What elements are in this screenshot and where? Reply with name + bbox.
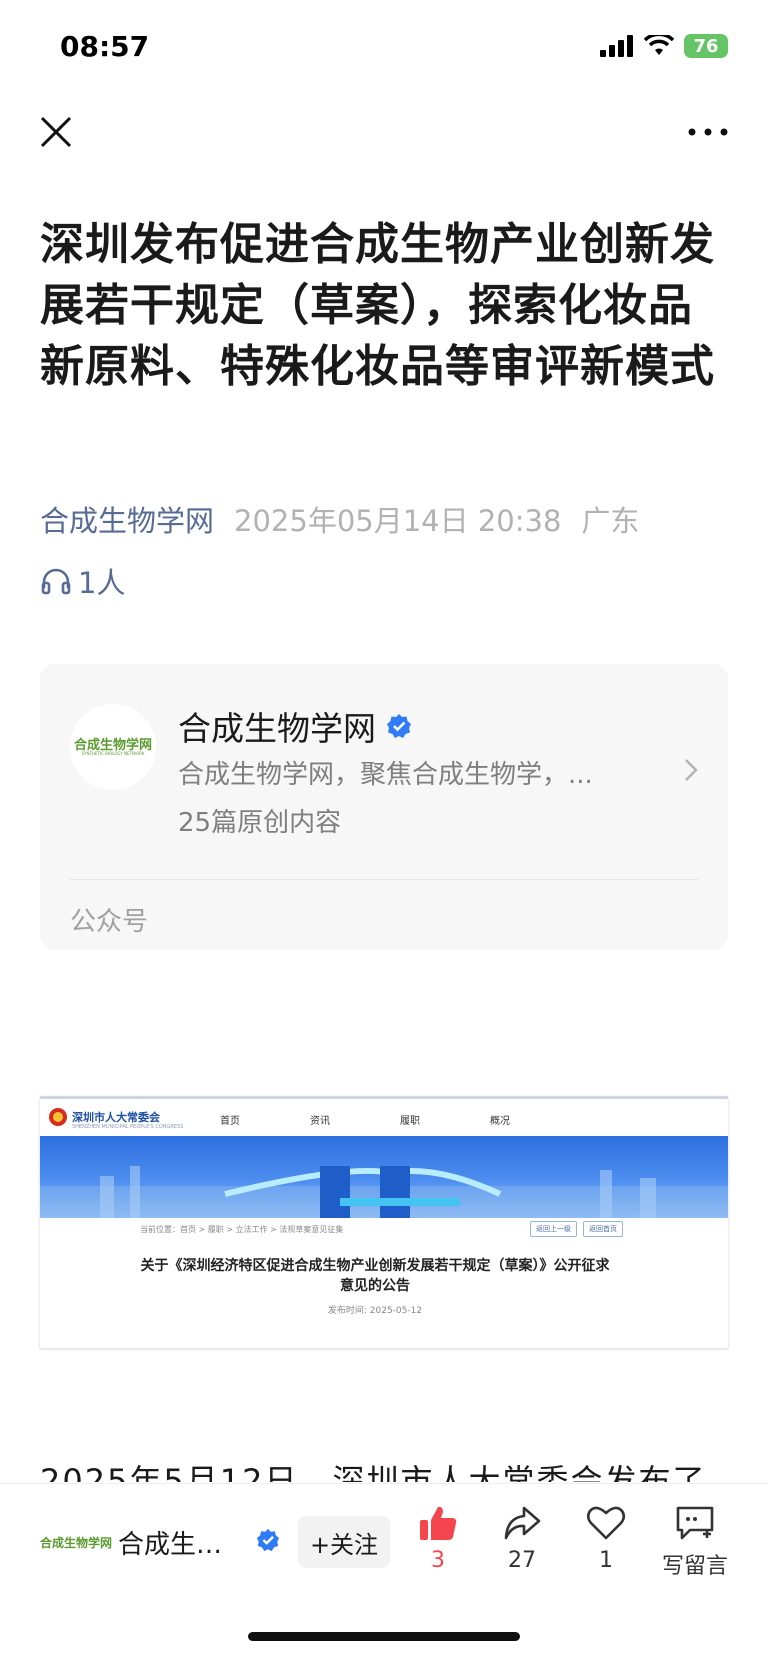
original-count: 25篇原创内容 (178, 808, 342, 838)
verified-icon (387, 714, 411, 738)
heart-icon (586, 1506, 626, 1540)
author-link[interactable]: 合成生物学网 (40, 498, 214, 540)
avatar-logo-text: 合成生物学网 (73, 737, 152, 753)
publish-date: 2025年05月14日 20:38 (234, 504, 562, 538)
home-indicator[interactable] (248, 1632, 520, 1641)
comment-button[interactable]: 写留言 (650, 1504, 740, 1580)
account-card[interactable]: 合成生物学网 SYNTHETIC BIOLOGY NETWORK 合成生物学网 … (40, 664, 728, 950)
bottom-account-name[interactable]: 合成生… (118, 1524, 222, 1561)
battery-level: 76 (693, 35, 719, 57)
share-button[interactable]: 27 (482, 1504, 562, 1573)
embedded-site-name: 深圳市人大常委会 (72, 1111, 160, 1124)
wifi-icon (644, 35, 674, 55)
account-avatar: 合成生物学网 SYNTHETIC BIOLOGY NETWORK (70, 704, 156, 790)
embedded-nav-item: 履职 (400, 1116, 420, 1127)
favorite-button[interactable]: 1 (566, 1504, 646, 1573)
embedded-nav-item: 概况 (490, 1116, 510, 1127)
status-icons: 76 (600, 34, 728, 58)
emblem-icon (49, 1108, 67, 1126)
battery-indicator: 76 (684, 34, 728, 58)
thumbs-up-icon (420, 1506, 457, 1540)
article-title: 深圳发布促进合成生物产业创新发展若干规定（草案），探索化妆品新原料、特殊化妆品等… (40, 219, 715, 392)
status-time: 08:57 (60, 30, 150, 63)
article-body-line: 2025年5月12日，深圳市人大常委会发布了 (40, 1462, 707, 1482)
article-meta: 合成生物学网 2025年05月14日 20:38 广东 (40, 498, 639, 540)
card-divider (70, 879, 698, 880)
chevron-right-icon (685, 759, 698, 781)
embedded-headline: 关于《深圳经济特区促进合成生物产业创新发展若干规定（草案）》公开征求意见的公告 (140, 1258, 610, 1294)
embedded-site-header: 深圳市人大常委会 SHENZHEN MUNICIPAL PEOPLE'S CON… (40, 1096, 728, 1137)
embedded-nav-item: 首页 (220, 1116, 240, 1127)
headphones-icon (41, 568, 71, 595)
comment-icon (676, 1506, 714, 1540)
embedded-back-home: 返回首页 (583, 1221, 623, 1237)
bottom-account-logo[interactable]: 合成生物学网 (40, 1530, 112, 1554)
embedded-back-prev: 返回上一级 (530, 1221, 577, 1237)
cellular-signal-icon (600, 35, 633, 57)
share-icon (504, 1506, 541, 1540)
article-image[interactable]: 深圳市人大常委会 SHENZHEN MUNICIPAL PEOPLE'S CON… (40, 1096, 728, 1348)
listener-count: 1人 (78, 566, 126, 600)
account-name-row: 合成生物学网 (178, 702, 412, 750)
publish-region: 广东 (581, 504, 640, 538)
follow-button[interactable]: +关注 (298, 1516, 390, 1568)
embedded-breadcrumb: 当前位置：首页 > 履职 > 立法工作 > 法规草案意见征集 (140, 1225, 344, 1234)
embedded-banner (40, 1136, 728, 1218)
like-count: 3 (431, 1548, 445, 1573)
like-button[interactable]: 3 (398, 1504, 478, 1573)
comment-label: 写留言 (661, 1554, 728, 1579)
listen-button[interactable]: 1人 (40, 560, 125, 602)
favorite-count: 1 (599, 1548, 613, 1573)
verified-icon (256, 1528, 280, 1552)
embedded-pub-date: 发布时间: 2025-05-12 (327, 1306, 423, 1316)
embedded-nav-item: 资讯 (310, 1116, 330, 1127)
embedded-nav: 首页 资讯 履职 概况 (220, 1112, 510, 1127)
account-description: 合成生物学网，聚焦合成生物学，... (178, 760, 593, 790)
close-icon[interactable] (36, 112, 76, 152)
more-options-icon[interactable] (686, 120, 730, 144)
embedded-site-sub: SHENZHEN MUNICIPAL PEOPLE'S CONGRESS (72, 1124, 184, 1130)
bottom-logo-text: 合成生物学网 (40, 1535, 113, 1550)
card-footer-label: 公众号 (70, 907, 149, 937)
share-count: 27 (508, 1548, 536, 1573)
embedded-back-buttons: 返回上一级 返回首页 (530, 1221, 623, 1237)
bridge-illustration (40, 1166, 728, 1218)
account-name: 合成生物学网 (178, 709, 376, 748)
avatar-logo-sub: SYNTHETIC BIOLOGY NETWORK (81, 750, 145, 756)
